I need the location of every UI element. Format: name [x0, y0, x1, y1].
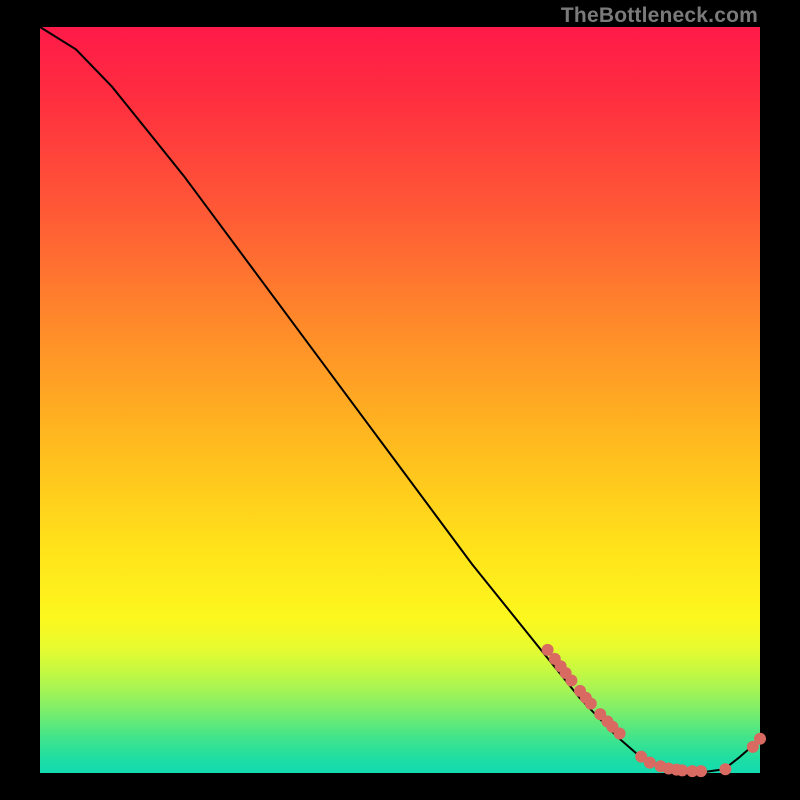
- data-point: [644, 757, 656, 769]
- data-point: [614, 728, 626, 740]
- data-point: [754, 733, 766, 745]
- data-point: [585, 698, 597, 710]
- curve-markers: [542, 644, 766, 777]
- chart-frame: TheBottleneck.com: [0, 0, 800, 800]
- data-point: [719, 763, 731, 775]
- curve-line: [40, 27, 760, 772]
- data-point: [695, 765, 707, 777]
- data-point: [565, 675, 577, 687]
- watermark-text: TheBottleneck.com: [561, 4, 758, 28]
- plot-area: [40, 27, 760, 773]
- chart-svg: [40, 27, 760, 773]
